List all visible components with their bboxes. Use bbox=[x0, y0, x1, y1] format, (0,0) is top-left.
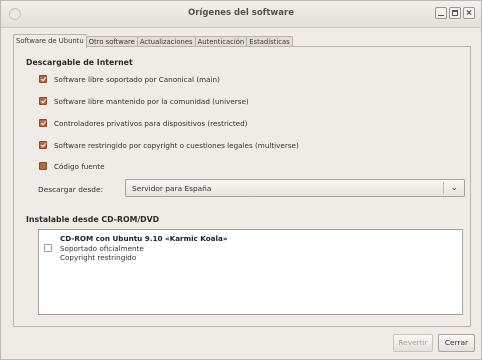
download-server-select[interactable]: Servidor para España ⌄ bbox=[125, 179, 465, 197]
internet-section-heading: Descargable de Internet bbox=[26, 58, 133, 67]
checkbox-multiverse[interactable] bbox=[39, 141, 47, 149]
checkbox-label: Software restringido por copyright o cue… bbox=[54, 140, 299, 150]
cdrom-list[interactable]: CD-ROM con Ubuntu 9.10 «Karmic Koala» So… bbox=[38, 229, 463, 315]
checkbox-universe[interactable] bbox=[39, 97, 47, 105]
checkbox-source-code[interactable] bbox=[39, 162, 47, 170]
component-universe-checkbox[interactable]: Software libre mantenido por la comunida… bbox=[39, 96, 249, 106]
close-icon[interactable] bbox=[463, 7, 475, 19]
software-sources-window: Orígenes del software Software de Ubuntu… bbox=[0, 0, 482, 360]
tab-software-ubuntu[interactable]: Software de Ubuntu bbox=[13, 34, 87, 48]
chevron-down-icon: ⌄ bbox=[450, 183, 458, 193]
checkbox-main[interactable] bbox=[39, 75, 47, 83]
checkbox-label: Software libre soportado por Canonical (… bbox=[54, 74, 220, 84]
checkbox-label: Código fuente bbox=[54, 161, 105, 171]
component-restricted-checkbox[interactable]: Controladores privativos para dispositiv… bbox=[39, 118, 247, 128]
download-from-label: Descargar desde: bbox=[38, 185, 104, 194]
cdrom-title: CD-ROM con Ubuntu 9.10 «Karmic Koala» bbox=[60, 234, 228, 243]
revert-button[interactable]: Revertir bbox=[393, 334, 433, 352]
component-main-checkbox[interactable]: Software libre soportado por Canonical (… bbox=[39, 74, 220, 84]
download-server-value: Servidor para España bbox=[132, 184, 212, 193]
close-button[interactable]: Cerrar bbox=[438, 334, 475, 352]
checkbox-restricted[interactable] bbox=[39, 119, 47, 127]
window-controls bbox=[435, 7, 475, 19]
checkbox-label: Controladores privativos para dispositiv… bbox=[54, 118, 248, 128]
maximize-icon[interactable] bbox=[449, 7, 461, 19]
minimize-icon[interactable] bbox=[435, 7, 447, 19]
title-bar[interactable]: Orígenes del software bbox=[1, 1, 481, 28]
cdrom-copyright-line: Copyright restringido bbox=[60, 253, 137, 262]
cdrom-checkbox[interactable] bbox=[44, 244, 52, 252]
select-separator bbox=[443, 182, 444, 194]
cdrom-section-heading: Instalable desde CD-ROM/DVD bbox=[26, 215, 160, 224]
cdrom-support-line: Soportado oficialmente bbox=[60, 244, 144, 253]
window-title: Orígenes del software bbox=[188, 8, 294, 18]
source-code-checkbox[interactable]: Código fuente bbox=[39, 161, 105, 171]
component-multiverse-checkbox[interactable]: Software restringido por copyright o cue… bbox=[39, 140, 299, 150]
checkbox-label: Software libre mantenido por la comunida… bbox=[54, 96, 249, 106]
